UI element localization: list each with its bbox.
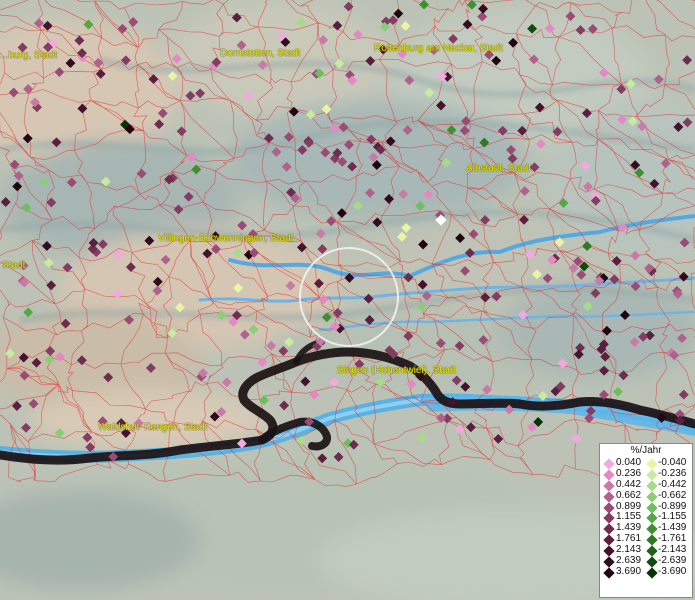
- city-label-villingen-schwenningen[interactable]: Villingen-Schwenningen, Stadt: [158, 233, 293, 244]
- legend-panel: %/Jahr 0.040 -0.040 0.236 -0.236 0.442 -0.442…: [599, 443, 693, 598]
- map-canvas[interactable]: [0, 0, 695, 600]
- city-label-albstadt[interactable]: Albstadt, Stadt: [466, 163, 531, 174]
- legend-row: 0.662 -0.662: [600, 489, 692, 503]
- legend-row: 3.690 -3.690: [600, 565, 692, 579]
- legend-swatch-positive: [603, 567, 615, 579]
- legend-value-negative: -0.662: [658, 489, 687, 501]
- city-label-text: ...burg, Stadt: [0, 50, 58, 61]
- legend-swatch-negative: [646, 567, 658, 579]
- legend-value-negative: -3.690: [658, 565, 687, 577]
- city-label-text: Singen (Hohentwiel), Stadt: [337, 365, 456, 376]
- city-label-burg[interactable]: ...burg, Stadt: [0, 50, 57, 61]
- legend-value-positive: 0.662: [616, 489, 642, 501]
- legend-rows: 0.040 -0.040 0.236 -0.236 0.442 -0.442 0.662 -0…: [600, 457, 692, 579]
- city-label-text: Rottenburg am Neckar, Stadt: [374, 43, 503, 54]
- city-label-waldshut-tiengen[interactable]: Waldshut-Tiengen, Stadt: [98, 422, 207, 433]
- city-label-text: Villingen-Schwenningen, Stadt: [158, 233, 294, 244]
- city-label-dornstetten[interactable]: Dornstetten, Stadt: [220, 48, 301, 59]
- city-label-text: Waldshut-Tiengen, Stadt: [98, 422, 208, 433]
- city-label-stadt[interactable]: Stadt: [2, 260, 25, 271]
- city-label-singen[interactable]: Singen (Hohentwiel), Stadt: [337, 365, 456, 376]
- city-label-text: Dornstetten, Stadt: [220, 48, 301, 59]
- city-label-rottenburg[interactable]: Rottenburg am Neckar, Stadt: [374, 43, 503, 54]
- city-label-text: Albstadt, Stadt: [466, 163, 532, 174]
- legend-title: %/Jahr: [630, 445, 662, 456]
- city-label-text: Stadt: [2, 260, 26, 271]
- map-surface[interactable]: [0, 0, 695, 600]
- legend-value-positive: 3.690: [616, 565, 642, 577]
